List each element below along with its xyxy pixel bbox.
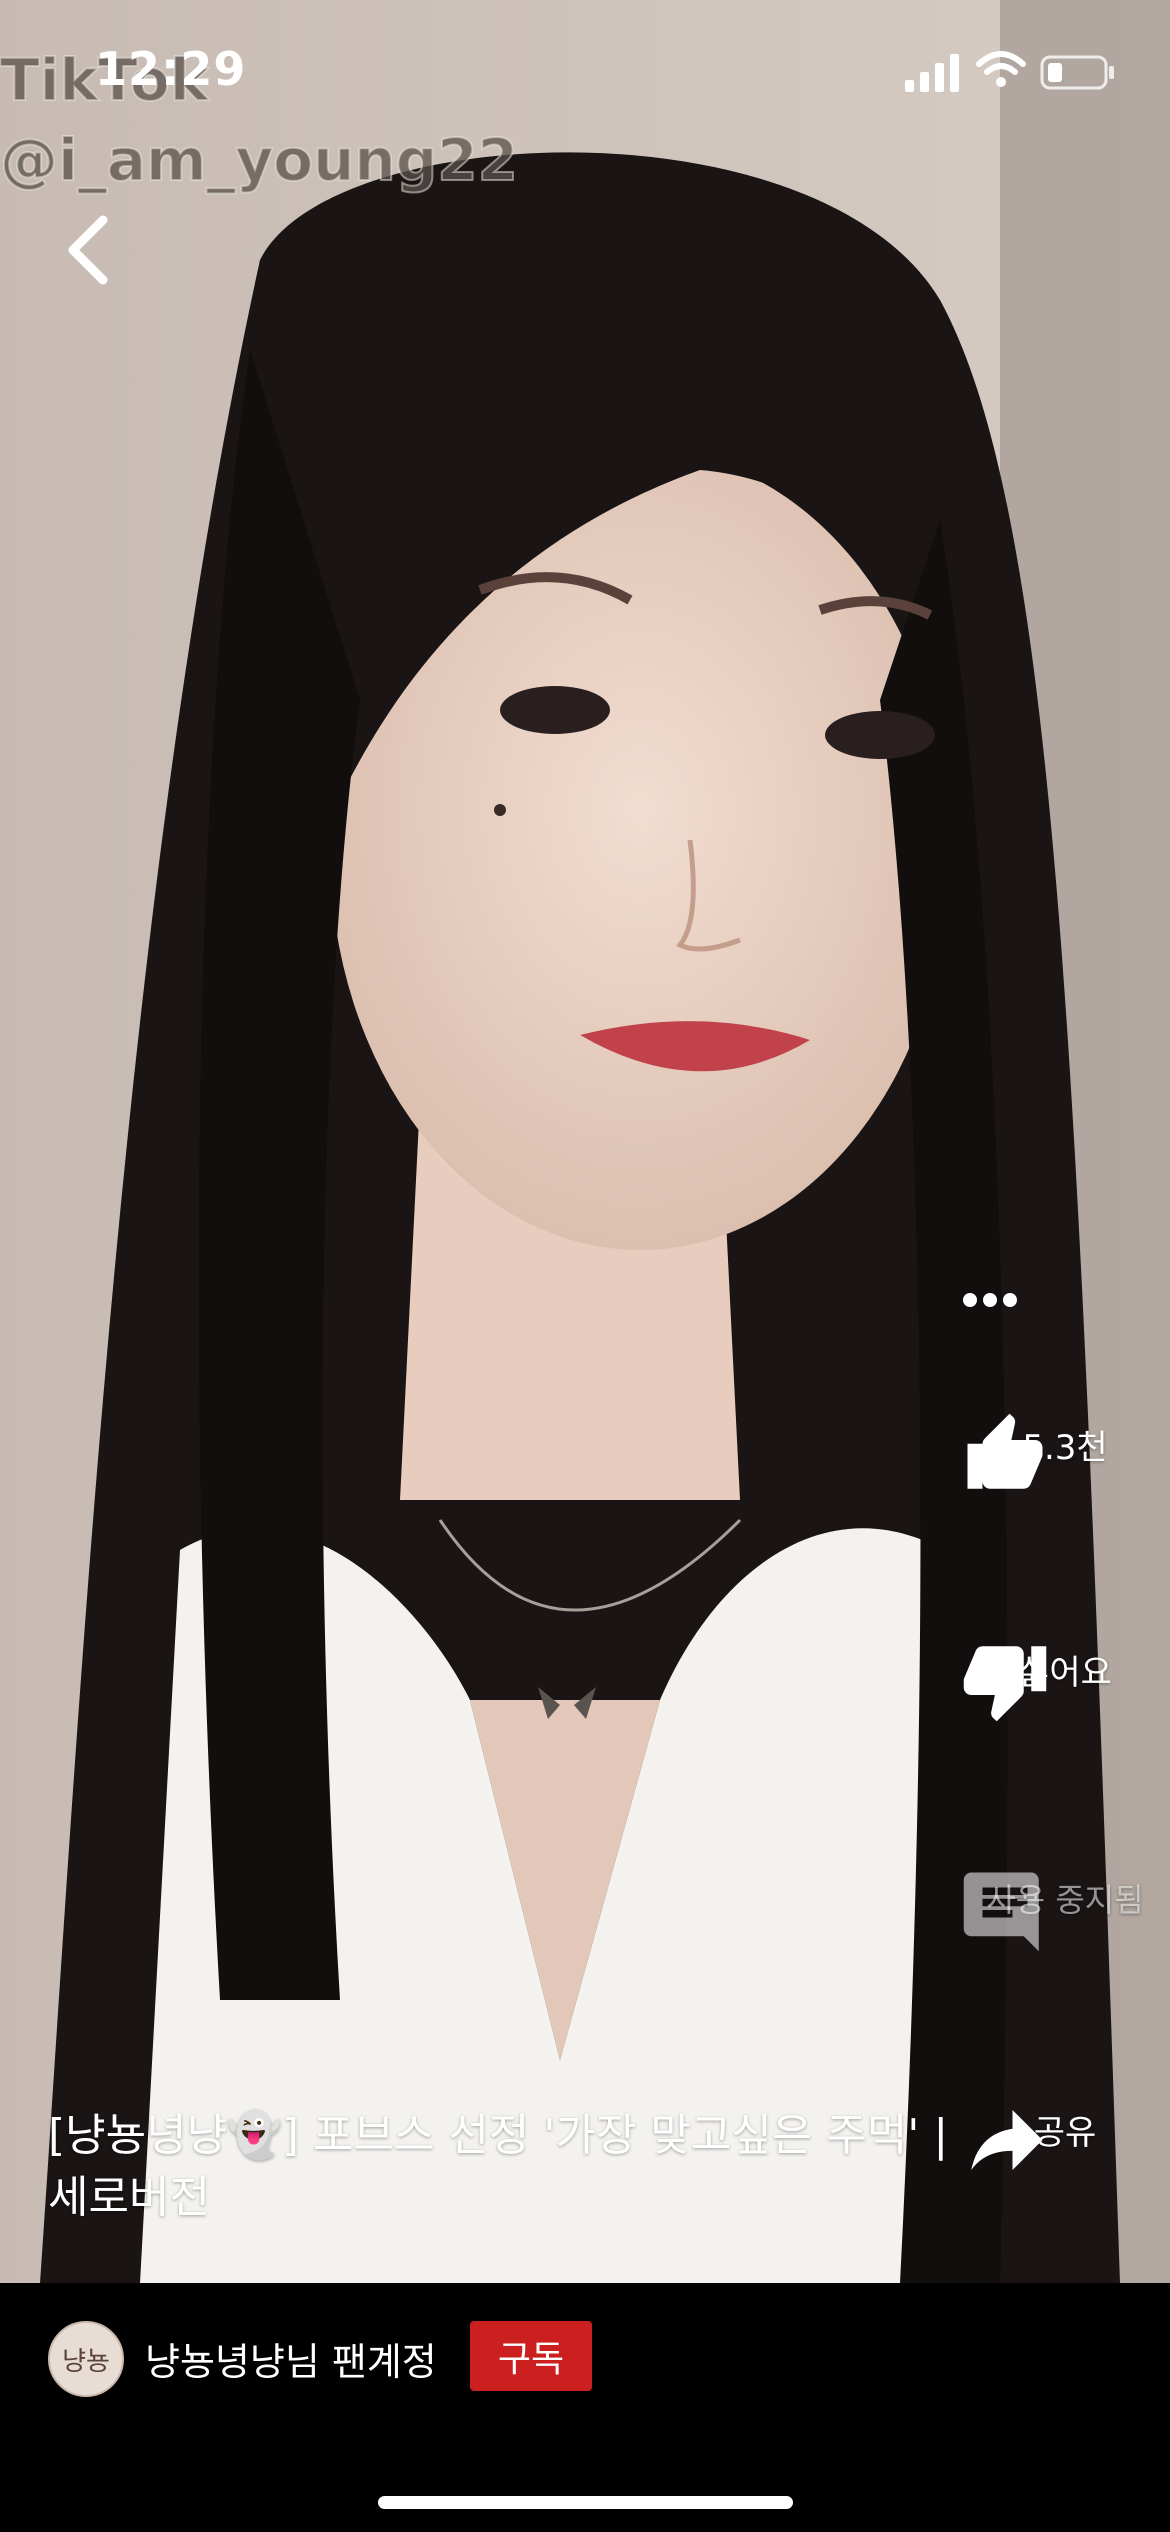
comment-icon (963, 1872, 1039, 1952)
video-player[interactable]: TikTok @i_am_young22 12:29 5.3천 싫어요 사용 중… (0, 0, 1170, 2283)
thumbs-up-icon (967, 1413, 1043, 1489)
share-button[interactable]: 공유 (960, 2095, 1170, 2170)
channel-name[interactable]: 냥뇽녕냥님 팬계정 (145, 2331, 437, 2386)
home-indicator[interactable] (378, 2496, 793, 2509)
battery-icon (1040, 55, 1114, 90)
subscribe-button[interactable]: 구독 (470, 2321, 592, 2391)
status-time: 12:29 (95, 42, 247, 96)
wifi-icon (976, 51, 1026, 87)
channel-avatar[interactable]: 냥뇽 (48, 2321, 124, 2397)
status-bar: 12:29 (0, 0, 1170, 150)
thumbs-down-icon (963, 1646, 1047, 1722)
cellular-signal-icon (905, 54, 959, 92)
dislike-button[interactable]: 싫어요 (960, 1635, 1170, 1722)
channel-bar: 냥뇽 냥뇽녕냥님 팬계정 구독 (0, 2283, 1170, 2532)
chevron-left-icon (68, 215, 108, 285)
like-button[interactable]: 5.3천 (960, 1410, 1170, 1489)
more-horizontal-icon (963, 1293, 1017, 1307)
video-title[interactable]: [냥뇽녕냥👻] 포브스 선정 '가장 맞고싶은 주먹' | 세로버전 (48, 2105, 978, 2229)
back-button[interactable] (55, 210, 125, 290)
comments-button[interactable]: 사용 중지됨 (960, 1865, 1170, 1952)
